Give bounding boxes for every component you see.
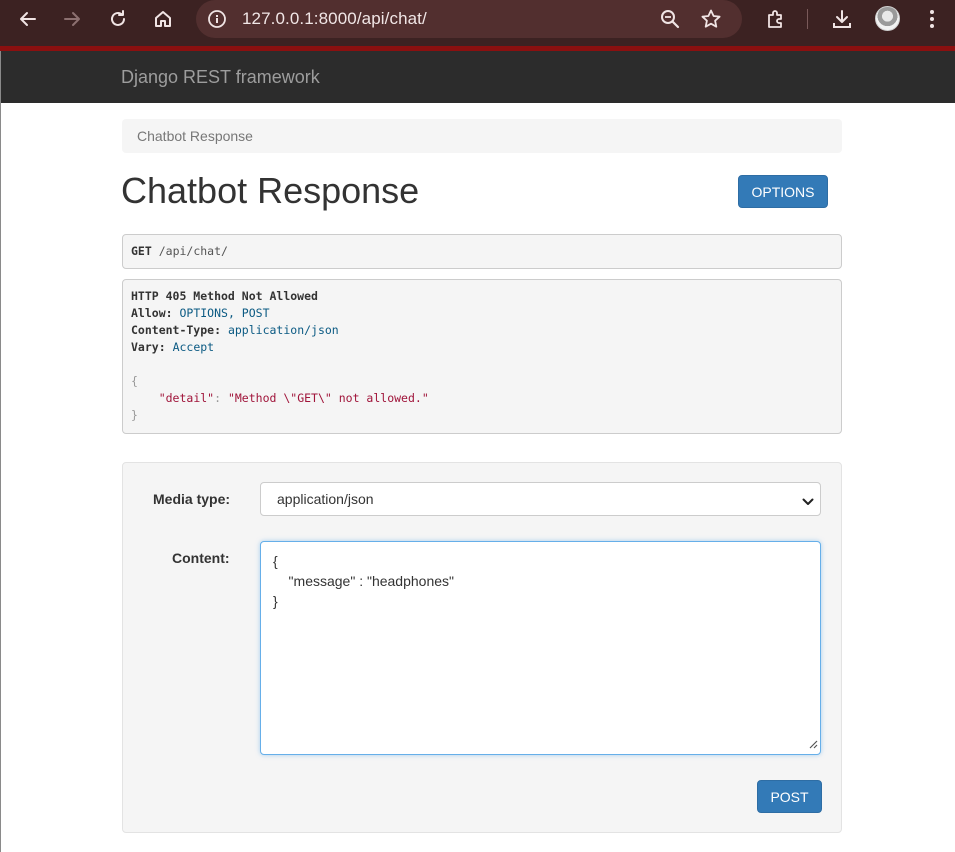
breadcrumb: Chatbot Response — [122, 119, 842, 153]
page-viewport: Django REST framework Chatbot Response C… — [0, 51, 955, 852]
json-colon: : — [214, 391, 228, 405]
request-info: GET /api/chat/ — [122, 234, 842, 269]
media-type-label: Media type: — [153, 491, 231, 507]
media-type-select[interactable]: application/json — [260, 482, 821, 516]
back-icon[interactable] — [12, 4, 44, 34]
download-icon[interactable] — [826, 4, 858, 34]
breadcrumb-current: Chatbot Response — [137, 128, 253, 144]
page-title: Chatbot Response — [121, 170, 420, 211]
response-status: HTTP 405 Method Not Allowed — [131, 289, 318, 303]
content-label: Content: — [172, 550, 230, 566]
header-name: Allow: — [131, 306, 173, 320]
content-line: } — [273, 593, 278, 609]
profile-avatar[interactable] — [875, 6, 900, 31]
json-value: "Method \"GET\" not allowed." — [227, 391, 429, 405]
header-name: Vary: — [131, 340, 166, 354]
response-info: HTTP 405 Method Not Allowed Allow: OPTIO… — [122, 279, 842, 434]
content-line: "message" : "headphones" — [273, 573, 454, 589]
chevron-down-icon — [802, 494, 814, 510]
zoom-icon[interactable] — [659, 8, 681, 30]
request-method: GET — [131, 244, 152, 258]
media-type-value: application/json — [277, 491, 374, 507]
options-button[interactable]: OPTIONS — [738, 175, 828, 208]
request-path: /api/chat/ — [158, 244, 228, 258]
navbar: Django REST framework — [1, 51, 955, 103]
post-button[interactable]: POST — [757, 780, 822, 813]
navbar-brand[interactable]: Django REST framework — [121, 67, 320, 88]
content-line: { — [273, 553, 278, 569]
json-open-brace: { — [131, 374, 138, 388]
browser-toolbar: 127.0.0.1:8000/api/chat/ — [0, 0, 955, 48]
header-value: Accept — [172, 340, 215, 354]
reload-icon[interactable] — [102, 4, 134, 34]
json-key: "detail" — [158, 391, 215, 405]
address-bar[interactable]: 127.0.0.1:8000/api/chat/ — [196, 0, 742, 38]
content-textarea[interactable]: { "message" : "headphones" } — [260, 541, 821, 755]
header-name: Content-Type: — [131, 323, 222, 337]
extensions-icon[interactable] — [760, 4, 792, 34]
json-close-brace: } — [131, 408, 138, 422]
header-value: application/json — [227, 323, 339, 337]
url-text[interactable]: 127.0.0.1:8000/api/chat/ — [242, 9, 427, 29]
home-icon[interactable] — [147, 4, 179, 34]
toolbar-separator — [807, 9, 808, 29]
resize-grip-icon[interactable] — [808, 736, 818, 752]
forward-icon[interactable] — [56, 4, 88, 34]
header-value: OPTIONS, POST — [179, 306, 270, 320]
bookmark-star-icon[interactable] — [700, 8, 722, 30]
menu-kebab-icon[interactable] — [916, 4, 948, 34]
site-info-icon[interactable] — [206, 8, 228, 30]
